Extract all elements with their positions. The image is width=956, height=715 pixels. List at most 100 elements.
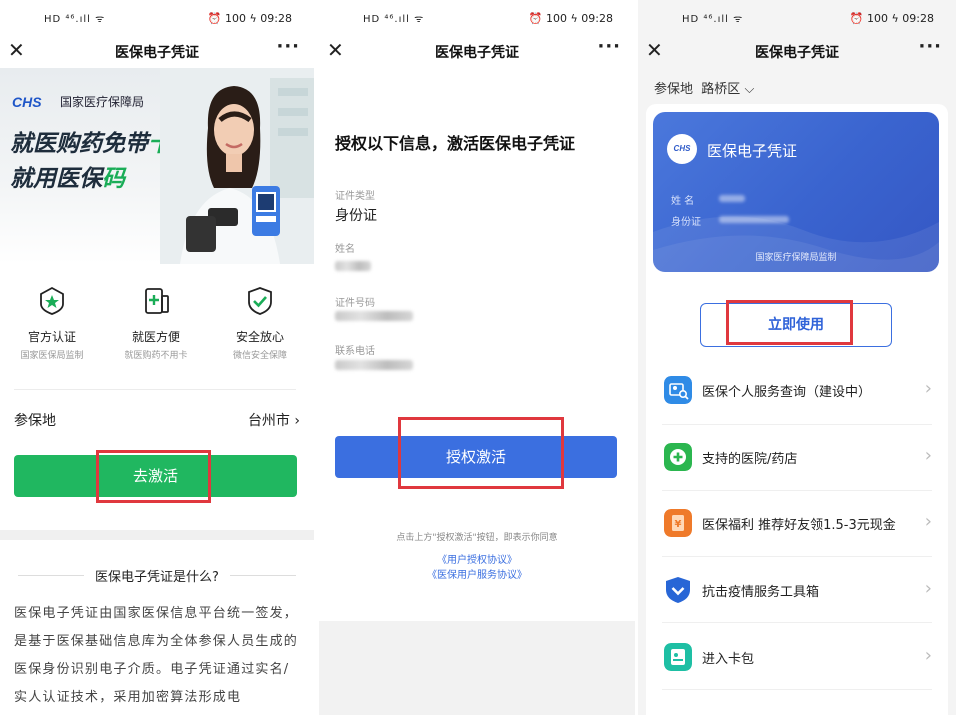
menu-label: 医保福利 推荐好友领1.5-3元现金	[702, 518, 896, 533]
signal-icons: HD ⁴⁶.ıll ᯤ	[682, 14, 744, 25]
page-title: 医保电子凭证	[755, 45, 839, 61]
section-gap	[0, 530, 314, 540]
medical-insurance-card[interactable]: CHS 医保电子凭证 姓 名 身份证 国家医疗保障局监制	[653, 112, 939, 272]
chevron-right-icon: ›	[924, 578, 932, 599]
menu-label: 医保个人服务查询（建设中）	[702, 385, 872, 400]
phone-label: 联系电话	[335, 346, 375, 357]
slogan-line-2: 就用医保码	[10, 166, 125, 192]
divider	[662, 490, 932, 491]
region-row[interactable]: 参保地 台州市 ›	[14, 404, 300, 434]
page-title: 医保电子凭证	[115, 45, 199, 61]
name-value-blurred	[335, 261, 371, 271]
region-label: 参保地	[654, 82, 694, 97]
chevron-down-icon: ⌵	[744, 82, 755, 97]
clock-battery: ⏰ 100 ϟ 09:28	[528, 12, 613, 25]
more-icon[interactable]: ···	[276, 36, 300, 57]
panel-intro: HD ⁴⁶.ıll ᯤ ⏰ 100 ϟ 09:28 ✕ 医保电子凭证 ··· C…	[0, 0, 314, 715]
chs-seal-icon: CHS	[667, 134, 697, 164]
feature-name: 就医方便	[131, 330, 180, 344]
menu-label: 抗击疫情服务工具箱	[702, 585, 820, 600]
name-label: 姓名	[335, 244, 355, 255]
title-bar: ✕ 医保电子凭证 ···	[0, 36, 314, 68]
panel-authorize: HD ⁴⁶.ıll ᯤ ⏰ 100 ϟ 09:28 ✕ 医保电子凭证 ··· 授…	[319, 0, 635, 715]
id-no-label: 证件号码	[335, 298, 375, 309]
signal-icons: HD ⁴⁶.ıll ᯤ	[363, 14, 425, 25]
card-name-blurred	[719, 195, 745, 202]
chevron-right-icon: ›	[924, 511, 932, 532]
intro-paragraph: 医保电子凭证由国家医保信息平台统一签发，是基于医保基础信息库为全体参保人员生成的…	[14, 606, 299, 705]
hero-banner: CHS 国家医疗保障局 就医购药免带卡 就用医保码	[0, 68, 314, 264]
menu-item-service-query[interactable]: 医保个人服务查询（建设中） ›	[662, 360, 932, 420]
use-now-button[interactable]: 立即使用	[700, 303, 892, 347]
panel-card: HD ⁴⁶.ıll ᯤ ⏰ 100 ϟ 09:28 ✕ 医保电子凭证 ··· 参…	[638, 0, 956, 715]
chevron-right-icon: ›	[924, 645, 932, 666]
more-icon[interactable]: ···	[918, 36, 942, 57]
menu-item-hospitals[interactable]: 支持的医院/药店 ›	[662, 427, 932, 487]
feature-name: 官方认证	[27, 330, 76, 344]
screenshot-stage: HD ⁴⁶.ıll ᯤ ⏰ 100 ϟ 09:28 ✕ 医保电子凭证 ··· C…	[0, 0, 956, 715]
feature-convenient: 就医方便 就医购药不用卡	[104, 280, 208, 361]
authorize-button[interactable]: 授权激活	[335, 436, 617, 478]
menu-item-epidemic-toolbox[interactable]: 抗击疫情服务工具箱 ›	[662, 560, 932, 620]
star-badge-icon	[40, 286, 64, 315]
auth-form: 授权以下信息，激活医保电子凭证 证件类型 身份证 姓名 证件号码 联系电话 授权…	[319, 68, 635, 621]
user-auth-agreement-link[interactable]: 《用户授权协议》	[319, 551, 635, 566]
feature-name: 安全放心	[235, 330, 284, 344]
menu-label: 支持的医院/药店	[702, 452, 798, 467]
card-id-label: 身份证	[671, 217, 701, 228]
chevron-right-icon: ›	[924, 445, 932, 466]
divider	[662, 689, 932, 690]
chs-logo: CHS	[12, 94, 42, 110]
card-supervise: 国家医疗保障局监制	[755, 253, 837, 263]
divider	[662, 424, 932, 425]
region-selector[interactable]: 参保地 路桥区 ⌵	[654, 78, 754, 97]
clock-battery: ⏰ 100 ϟ 09:28	[849, 12, 934, 25]
yen-envelope-icon: ¥	[664, 509, 692, 537]
title-bar: ✕ 医保电子凭证 ···	[638, 36, 956, 68]
id-type-label: 证件类型	[335, 191, 375, 202]
title-bar: ✕ 医保电子凭证 ···	[319, 36, 635, 68]
id-no-value-blurred	[335, 311, 413, 321]
id-search-icon	[664, 376, 692, 404]
card-title: 医保电子凭证	[707, 142, 798, 160]
feature-sub: 微信安全保障	[232, 351, 287, 361]
feature-secure: 安全放心 微信安全保障	[208, 280, 312, 361]
divider	[662, 556, 932, 557]
medical-plus-icon	[664, 443, 692, 471]
svg-text:¥: ¥	[675, 519, 682, 530]
id-type-value: 身份证	[335, 208, 377, 224]
chevron-right-icon: ›	[924, 378, 932, 399]
card-name-label: 姓 名	[671, 196, 695, 207]
consent-text: 点击上方"授权激活"按钮，即表示你同意	[396, 533, 558, 543]
menu-item-card-wallet[interactable]: 进入卡包 ›	[662, 627, 932, 687]
clock-battery: ⏰ 100 ϟ 09:28	[207, 12, 292, 25]
shield-check-icon	[248, 287, 272, 315]
region-label: 参保地	[14, 413, 56, 429]
section-heading: 医保电子凭证是什么?	[0, 566, 314, 586]
status-bar: HD ⁴⁶.ıll ᯤ ⏰ 100 ϟ 09:28	[0, 0, 314, 36]
card-id-blurred	[719, 216, 789, 223]
status-bar: HD ⁴⁶.ıll ᯤ ⏰ 100 ϟ 09:28	[638, 0, 956, 36]
service-agreement-link[interactable]: 《医保用户服务协议》	[319, 566, 635, 581]
activate-button[interactable]: 去激活	[14, 455, 297, 497]
region-value: 路桥区	[701, 82, 741, 97]
phone-value-blurred	[335, 360, 413, 370]
shield-chevron-icon	[666, 577, 690, 603]
signal-icons: HD ⁴⁶.ıll ᯤ	[44, 14, 106, 25]
divider	[662, 622, 932, 623]
auth-title: 授权以下信息，激活医保电子凭证	[335, 134, 576, 153]
menu-item-welfare[interactable]: ¥ 医保福利 推荐好友领1.5-3元现金 ›	[662, 493, 932, 553]
menu-label: 进入卡包	[702, 652, 755, 667]
slogan-line-1: 就医购药免带卡	[10, 131, 171, 157]
pharmacist-illustration	[160, 68, 314, 264]
feature-sub: 国家医保局监制	[20, 351, 84, 361]
page-title: 医保电子凭证	[435, 45, 519, 61]
card-wallet-icon	[664, 643, 692, 671]
feature-sub: 就医购药不用卡	[124, 351, 188, 361]
divider	[14, 389, 296, 390]
status-bar: HD ⁴⁶.ıll ᯤ ⏰ 100 ϟ 09:28	[319, 0, 635, 36]
region-value: 台州市 ›	[247, 413, 300, 429]
org-name: 国家医疗保障局	[60, 95, 145, 109]
more-icon[interactable]: ···	[597, 36, 621, 57]
feature-row: 官方认证 国家医保局监制 就医方便 就医购药不用卡 安全放心 微信安全保障	[0, 280, 314, 370]
